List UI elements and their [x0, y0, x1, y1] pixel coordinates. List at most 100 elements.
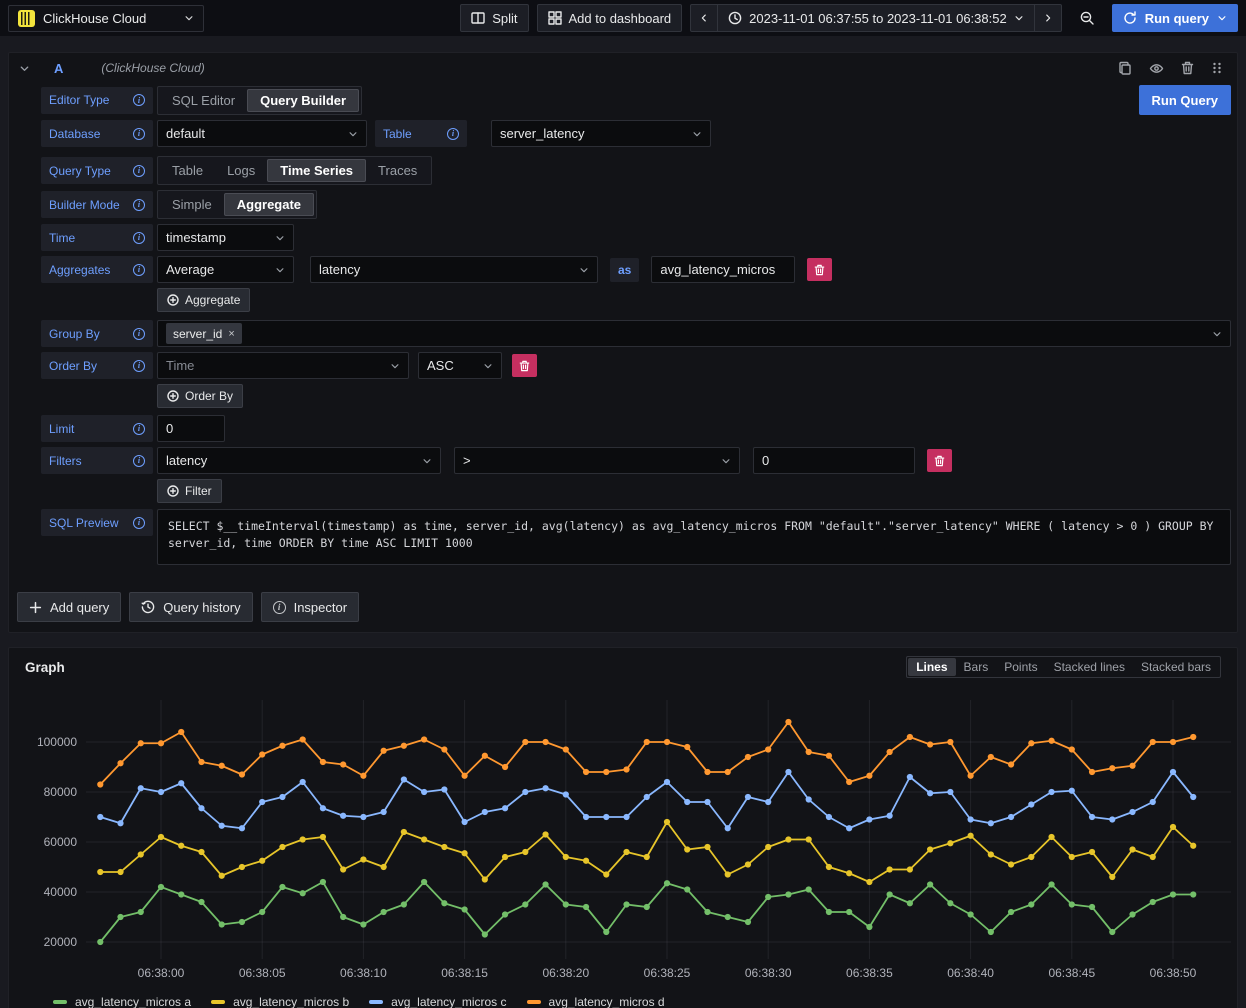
- legend-label: avg_latency_micros d: [549, 995, 665, 1008]
- query-type-option-traces[interactable]: Traces: [366, 159, 429, 182]
- close-x-icon[interactable]: ×: [228, 328, 234, 340]
- svg-text:40000: 40000: [44, 885, 78, 899]
- time-column-select[interactable]: timestamp: [157, 224, 294, 251]
- editor-type-label-text: Editor Type: [49, 93, 109, 107]
- time-back-button[interactable]: [690, 4, 718, 32]
- legend-item-series-a[interactable]: avg_latency_micros a: [53, 995, 191, 1008]
- aggregate-column-select[interactable]: latency: [310, 256, 598, 283]
- copy-query-icon[interactable]: [1118, 61, 1132, 75]
- info-icon[interactable]: [133, 94, 145, 106]
- query-type-toggle: Table Logs Time Series Traces: [157, 156, 432, 185]
- aggregate-function-select[interactable]: Average: [157, 256, 294, 283]
- legend-item-series-d[interactable]: avg_latency_micros d: [527, 995, 665, 1008]
- database-select[interactable]: default: [157, 120, 367, 147]
- add-order-by-button[interactable]: Order By: [157, 384, 243, 408]
- sql-preview-row: SQL Preview SELECT $__timeInterval(times…: [41, 509, 1231, 565]
- table-select[interactable]: server_latency: [491, 120, 711, 147]
- remove-filter-button[interactable]: [927, 449, 952, 472]
- editor-type-option-query-builder[interactable]: Query Builder: [247, 89, 359, 112]
- group-by-label-text: Group By: [49, 327, 100, 341]
- order-by-direction-value: ASC: [427, 358, 483, 373]
- filter-operator-select[interactable]: >: [454, 447, 740, 474]
- query-type-option-logs[interactable]: Logs: [215, 159, 267, 182]
- info-icon[interactable]: [133, 360, 145, 372]
- limit-input[interactable]: [157, 415, 225, 442]
- trash-icon: [934, 455, 945, 467]
- info-icon[interactable]: [133, 455, 145, 467]
- order-by-direction-select[interactable]: ASC: [418, 352, 502, 379]
- chevron-right-icon: [1043, 13, 1053, 23]
- filter-column-select[interactable]: latency: [157, 447, 441, 474]
- order-by-label-text: Order By: [49, 359, 97, 373]
- builder-mode-label: Builder Mode: [41, 191, 153, 218]
- add-aggregate-button[interactable]: Aggregate: [157, 288, 250, 312]
- editor-run-query-button[interactable]: Run Query: [1139, 85, 1231, 115]
- collapse-chevron-icon[interactable]: [19, 63, 30, 74]
- info-icon[interactable]: [133, 423, 145, 435]
- info-icon[interactable]: [133, 517, 145, 529]
- info-icon[interactable]: [133, 232, 145, 244]
- info-icon[interactable]: [133, 264, 145, 276]
- editor-type-option-sql-editor[interactable]: SQL Editor: [160, 89, 247, 112]
- order-by-field-select[interactable]: Time: [157, 352, 409, 379]
- drag-handle-icon[interactable]: [1211, 62, 1223, 74]
- run-query-button[interactable]: Run query: [1112, 4, 1238, 32]
- info-icon[interactable]: [133, 128, 145, 140]
- legend-label: avg_latency_micros c: [391, 995, 506, 1008]
- query-type-option-table[interactable]: Table: [160, 159, 215, 182]
- graph-mode-lines[interactable]: Lines: [908, 658, 955, 676]
- graph-mode-bars[interactable]: Bars: [956, 658, 997, 676]
- plus-circle-icon: [167, 390, 179, 402]
- query-history-button[interactable]: Query history: [129, 592, 252, 622]
- add-to-dashboard-button[interactable]: Add to dashboard: [537, 4, 683, 32]
- add-query-label: Add query: [50, 600, 109, 615]
- info-icon[interactable]: [133, 328, 145, 340]
- inspector-button[interactable]: Inspector: [261, 592, 359, 622]
- group-by-multiselect[interactable]: server_id ×: [157, 320, 1231, 347]
- delete-query-icon[interactable]: [1181, 61, 1194, 75]
- order-by-label: Order By: [41, 352, 153, 379]
- info-icon[interactable]: [133, 165, 145, 177]
- run-query-label: Run query: [1145, 11, 1209, 26]
- zoom-out-time-button[interactable]: [1070, 4, 1104, 32]
- aggregate-alias-input[interactable]: [651, 256, 795, 283]
- filter-value-input[interactable]: [753, 447, 915, 474]
- trash-icon: [519, 360, 530, 372]
- datasource-picker[interactable]: ClickHouse Cloud: [8, 5, 204, 32]
- query-actions: [1118, 61, 1223, 76]
- remove-aggregate-button[interactable]: [807, 258, 832, 281]
- chevron-down-icon: [1217, 13, 1227, 23]
- builder-mode-option-aggregate[interactable]: Aggregate: [224, 193, 314, 216]
- legend-item-series-c[interactable]: avg_latency_micros c: [369, 995, 506, 1008]
- add-filter-button[interactable]: Filter: [157, 479, 222, 503]
- graph-mode-toggle: Lines Bars Points Stacked lines Stacked …: [906, 656, 1221, 678]
- graph-mode-points[interactable]: Points: [996, 658, 1045, 676]
- svg-text:06:38:05: 06:38:05: [239, 966, 286, 980]
- filters-row: Filters latency >: [41, 447, 1231, 474]
- add-query-button[interactable]: Add query: [17, 592, 121, 622]
- query-footer: Add query Query history Inspector: [9, 570, 1237, 622]
- query-type-option-time-series[interactable]: Time Series: [267, 159, 366, 182]
- builder-mode-toggle: Simple Aggregate: [157, 190, 317, 219]
- info-icon[interactable]: [133, 199, 145, 211]
- group-by-tag-server-id[interactable]: server_id ×: [166, 323, 242, 344]
- builder-mode-row: Builder Mode Simple Aggregate: [41, 190, 1231, 219]
- graph-mode-stacked-lines[interactable]: Stacked lines: [1046, 658, 1133, 676]
- legend-swatch: [369, 1000, 383, 1004]
- split-icon: [471, 11, 485, 25]
- query-header: A (ClickHouse Cloud): [9, 53, 1237, 83]
- add-aggregate-label: Aggregate: [185, 293, 240, 307]
- eye-icon[interactable]: [1149, 61, 1164, 76]
- info-icon[interactable]: [447, 128, 459, 140]
- query-ref-id[interactable]: A: [54, 61, 63, 76]
- remove-order-by-button[interactable]: [512, 354, 537, 377]
- svg-text:06:38:10: 06:38:10: [340, 966, 387, 980]
- legend-item-series-b[interactable]: avg_latency_micros b: [211, 995, 349, 1008]
- time-forward-button[interactable]: [1035, 4, 1062, 32]
- clickhouse-logo-icon: [18, 10, 35, 27]
- split-button[interactable]: Split: [460, 4, 528, 32]
- graph-mode-stacked-bars[interactable]: Stacked bars: [1133, 658, 1219, 676]
- time-range-button[interactable]: 2023-11-01 06:37:55 to 2023-11-01 06:38:…: [718, 4, 1035, 32]
- legend-swatch: [527, 1000, 541, 1004]
- builder-mode-option-simple[interactable]: Simple: [160, 193, 224, 216]
